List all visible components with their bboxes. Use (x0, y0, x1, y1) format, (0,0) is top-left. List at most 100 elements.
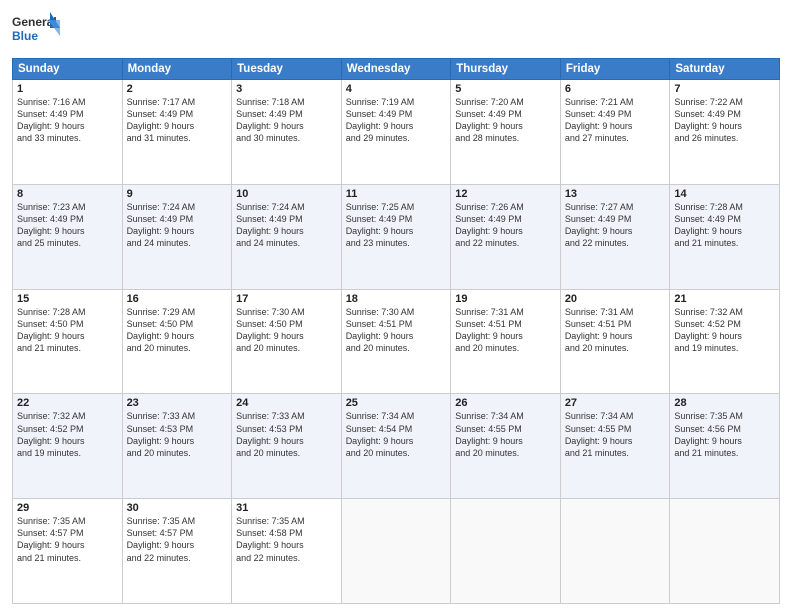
day-details: Sunrise: 7:31 AM Sunset: 4:51 PM Dayligh… (565, 306, 666, 355)
calendar-cell: 18Sunrise: 7:30 AM Sunset: 4:51 PM Dayli… (341, 289, 451, 394)
day-number: 19 (455, 293, 556, 305)
day-details: Sunrise: 7:22 AM Sunset: 4:49 PM Dayligh… (674, 96, 775, 145)
page-header: General Blue (12, 10, 780, 52)
weekday-header-cell: Thursday (451, 59, 561, 80)
day-number: 29 (17, 502, 118, 514)
calendar-cell: 19Sunrise: 7:31 AM Sunset: 4:51 PM Dayli… (451, 289, 561, 394)
calendar-week-row: 1Sunrise: 7:16 AM Sunset: 4:49 PM Daylig… (13, 80, 780, 185)
day-number: 6 (565, 83, 666, 95)
day-number: 4 (346, 83, 447, 95)
calendar-cell (341, 499, 451, 604)
calendar-cell: 24Sunrise: 7:33 AM Sunset: 4:53 PM Dayli… (232, 394, 342, 499)
calendar-cell: 29Sunrise: 7:35 AM Sunset: 4:57 PM Dayli… (13, 499, 123, 604)
day-number: 26 (455, 397, 556, 409)
calendar-cell: 23Sunrise: 7:33 AM Sunset: 4:53 PM Dayli… (122, 394, 232, 499)
logo-svg: General Blue (12, 10, 62, 52)
day-details: Sunrise: 7:19 AM Sunset: 4:49 PM Dayligh… (346, 96, 447, 145)
calendar-cell: 4Sunrise: 7:19 AM Sunset: 4:49 PM Daylig… (341, 80, 451, 185)
day-details: Sunrise: 7:32 AM Sunset: 4:52 PM Dayligh… (17, 410, 118, 459)
day-details: Sunrise: 7:31 AM Sunset: 4:51 PM Dayligh… (455, 306, 556, 355)
day-number: 31 (236, 502, 337, 514)
day-details: Sunrise: 7:35 AM Sunset: 4:58 PM Dayligh… (236, 515, 337, 564)
calendar-cell: 12Sunrise: 7:26 AM Sunset: 4:49 PM Dayli… (451, 184, 561, 289)
calendar-cell: 17Sunrise: 7:30 AM Sunset: 4:50 PM Dayli… (232, 289, 342, 394)
day-number: 18 (346, 293, 447, 305)
day-details: Sunrise: 7:25 AM Sunset: 4:49 PM Dayligh… (346, 201, 447, 250)
day-number: 23 (127, 397, 228, 409)
day-number: 10 (236, 188, 337, 200)
day-number: 9 (127, 188, 228, 200)
day-number: 12 (455, 188, 556, 200)
day-number: 21 (674, 293, 775, 305)
day-details: Sunrise: 7:28 AM Sunset: 4:49 PM Dayligh… (674, 201, 775, 250)
weekday-header-cell: Tuesday (232, 59, 342, 80)
day-details: Sunrise: 7:18 AM Sunset: 4:49 PM Dayligh… (236, 96, 337, 145)
calendar-header-row: SundayMondayTuesdayWednesdayThursdayFrid… (13, 59, 780, 80)
calendar-cell: 1Sunrise: 7:16 AM Sunset: 4:49 PM Daylig… (13, 80, 123, 185)
day-number: 5 (455, 83, 556, 95)
day-details: Sunrise: 7:34 AM Sunset: 4:55 PM Dayligh… (455, 410, 556, 459)
weekday-header-cell: Monday (122, 59, 232, 80)
day-details: Sunrise: 7:21 AM Sunset: 4:49 PM Dayligh… (565, 96, 666, 145)
day-number: 1 (17, 83, 118, 95)
day-number: 24 (236, 397, 337, 409)
calendar-cell: 9Sunrise: 7:24 AM Sunset: 4:49 PM Daylig… (122, 184, 232, 289)
calendar-cell: 21Sunrise: 7:32 AM Sunset: 4:52 PM Dayli… (670, 289, 780, 394)
calendar-cell: 13Sunrise: 7:27 AM Sunset: 4:49 PM Dayli… (560, 184, 670, 289)
calendar-cell: 20Sunrise: 7:31 AM Sunset: 4:51 PM Dayli… (560, 289, 670, 394)
day-details: Sunrise: 7:20 AM Sunset: 4:49 PM Dayligh… (455, 96, 556, 145)
day-details: Sunrise: 7:30 AM Sunset: 4:51 PM Dayligh… (346, 306, 447, 355)
calendar-cell: 3Sunrise: 7:18 AM Sunset: 4:49 PM Daylig… (232, 80, 342, 185)
day-details: Sunrise: 7:29 AM Sunset: 4:50 PM Dayligh… (127, 306, 228, 355)
calendar-cell: 2Sunrise: 7:17 AM Sunset: 4:49 PM Daylig… (122, 80, 232, 185)
calendar-cell: 7Sunrise: 7:22 AM Sunset: 4:49 PM Daylig… (670, 80, 780, 185)
page-container: General Blue SundayMondayTuesdayWednesda… (0, 0, 792, 612)
day-number: 3 (236, 83, 337, 95)
calendar-body: 1Sunrise: 7:16 AM Sunset: 4:49 PM Daylig… (13, 80, 780, 604)
calendar-week-row: 15Sunrise: 7:28 AM Sunset: 4:50 PM Dayli… (13, 289, 780, 394)
weekday-header-cell: Friday (560, 59, 670, 80)
weekday-header-cell: Wednesday (341, 59, 451, 80)
weekday-header-cell: Sunday (13, 59, 123, 80)
calendar-cell: 30Sunrise: 7:35 AM Sunset: 4:57 PM Dayli… (122, 499, 232, 604)
calendar-week-row: 29Sunrise: 7:35 AM Sunset: 4:57 PM Dayli… (13, 499, 780, 604)
day-details: Sunrise: 7:26 AM Sunset: 4:49 PM Dayligh… (455, 201, 556, 250)
day-details: Sunrise: 7:35 AM Sunset: 4:57 PM Dayligh… (127, 515, 228, 564)
calendar-cell: 16Sunrise: 7:29 AM Sunset: 4:50 PM Dayli… (122, 289, 232, 394)
calendar-cell: 10Sunrise: 7:24 AM Sunset: 4:49 PM Dayli… (232, 184, 342, 289)
calendar-week-row: 8Sunrise: 7:23 AM Sunset: 4:49 PM Daylig… (13, 184, 780, 289)
calendar-cell: 25Sunrise: 7:34 AM Sunset: 4:54 PM Dayli… (341, 394, 451, 499)
calendar-cell: 6Sunrise: 7:21 AM Sunset: 4:49 PM Daylig… (560, 80, 670, 185)
day-number: 30 (127, 502, 228, 514)
day-number: 17 (236, 293, 337, 305)
day-details: Sunrise: 7:24 AM Sunset: 4:49 PM Dayligh… (127, 201, 228, 250)
day-number: 27 (565, 397, 666, 409)
calendar-cell: 5Sunrise: 7:20 AM Sunset: 4:49 PM Daylig… (451, 80, 561, 185)
day-number: 20 (565, 293, 666, 305)
day-details: Sunrise: 7:16 AM Sunset: 4:49 PM Dayligh… (17, 96, 118, 145)
day-details: Sunrise: 7:35 AM Sunset: 4:56 PM Dayligh… (674, 410, 775, 459)
day-details: Sunrise: 7:34 AM Sunset: 4:54 PM Dayligh… (346, 410, 447, 459)
calendar-cell: 27Sunrise: 7:34 AM Sunset: 4:55 PM Dayli… (560, 394, 670, 499)
calendar-cell (451, 499, 561, 604)
day-number: 7 (674, 83, 775, 95)
weekday-header-cell: Saturday (670, 59, 780, 80)
day-details: Sunrise: 7:24 AM Sunset: 4:49 PM Dayligh… (236, 201, 337, 250)
day-number: 25 (346, 397, 447, 409)
calendar-cell: 28Sunrise: 7:35 AM Sunset: 4:56 PM Dayli… (670, 394, 780, 499)
day-details: Sunrise: 7:35 AM Sunset: 4:57 PM Dayligh… (17, 515, 118, 564)
day-details: Sunrise: 7:28 AM Sunset: 4:50 PM Dayligh… (17, 306, 118, 355)
calendar-cell (670, 499, 780, 604)
day-number: 13 (565, 188, 666, 200)
svg-text:Blue: Blue (12, 29, 38, 43)
day-details: Sunrise: 7:30 AM Sunset: 4:50 PM Dayligh… (236, 306, 337, 355)
day-number: 8 (17, 188, 118, 200)
day-details: Sunrise: 7:33 AM Sunset: 4:53 PM Dayligh… (236, 410, 337, 459)
calendar-cell: 26Sunrise: 7:34 AM Sunset: 4:55 PM Dayli… (451, 394, 561, 499)
day-number: 22 (17, 397, 118, 409)
day-number: 28 (674, 397, 775, 409)
day-number: 11 (346, 188, 447, 200)
day-number: 14 (674, 188, 775, 200)
calendar-week-row: 22Sunrise: 7:32 AM Sunset: 4:52 PM Dayli… (13, 394, 780, 499)
calendar-cell: 31Sunrise: 7:35 AM Sunset: 4:58 PM Dayli… (232, 499, 342, 604)
